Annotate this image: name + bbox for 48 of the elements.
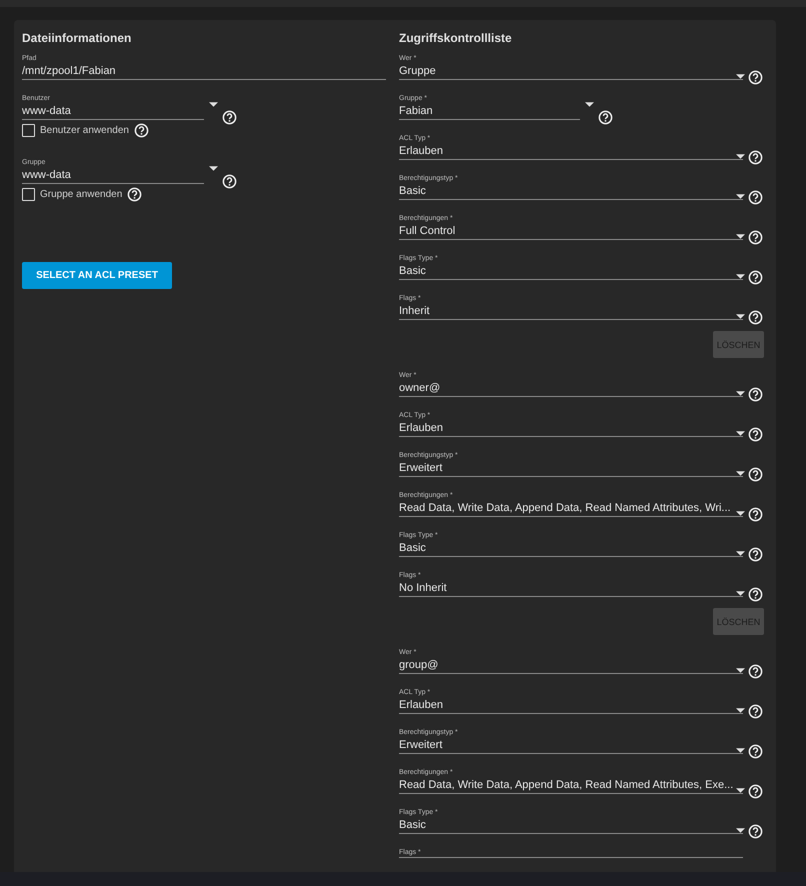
help-icon[interactable] <box>222 110 237 125</box>
checkbox-label[interactable]: Gruppe anwenden <box>40 189 122 200</box>
caret-icon[interactable] <box>736 274 745 279</box>
help-icon[interactable] <box>748 547 763 562</box>
help-icon[interactable] <box>748 704 763 719</box>
caret-icon[interactable] <box>209 102 218 107</box>
help-icon[interactable] <box>748 427 763 442</box>
section-title: Zugriffskontrollliste <box>399 30 513 46</box>
section-title: Dateiinformationen <box>22 30 132 46</box>
help-icon[interactable] <box>748 70 763 85</box>
caret-icon[interactable] <box>736 431 745 436</box>
help-icon[interactable] <box>748 230 763 245</box>
caret-icon[interactable] <box>736 708 745 713</box>
caret-icon[interactable] <box>736 154 745 159</box>
caret-icon[interactable] <box>736 828 745 833</box>
help-icon[interactable] <box>748 270 763 285</box>
help-icon[interactable] <box>748 824 763 839</box>
caret-icon[interactable] <box>736 551 745 556</box>
help-icon[interactable] <box>748 387 763 402</box>
help-icon[interactable] <box>748 587 763 602</box>
help-icon[interactable] <box>748 784 763 799</box>
caret-icon[interactable] <box>209 166 218 171</box>
caret-icon[interactable] <box>736 788 745 793</box>
help-icon[interactable] <box>134 123 149 138</box>
caret-icon[interactable] <box>736 668 745 673</box>
caret-icon[interactable] <box>736 314 745 319</box>
caret-icon[interactable] <box>736 391 745 396</box>
caret-icon[interactable] <box>736 194 745 199</box>
caret-icon[interactable] <box>736 471 745 476</box>
checkbox[interactable] <box>22 124 35 137</box>
help-icon[interactable] <box>598 110 613 125</box>
help-icon[interactable] <box>748 507 763 522</box>
help-icon[interactable] <box>222 174 237 189</box>
checkbox[interactable] <box>22 188 35 201</box>
caret-icon[interactable] <box>736 234 745 239</box>
help-icon[interactable] <box>748 744 763 759</box>
caret-icon[interactable] <box>736 74 745 79</box>
caret-icon[interactable] <box>736 748 745 753</box>
help-icon[interactable] <box>748 467 763 482</box>
help-icon[interactable] <box>127 187 142 202</box>
caret-icon[interactable] <box>736 511 745 516</box>
caret-icon[interactable] <box>585 102 594 107</box>
help-icon[interactable] <box>748 190 763 205</box>
checkbox-label[interactable]: Benutzer anwenden <box>40 125 129 136</box>
caret-icon[interactable] <box>736 591 745 596</box>
help-icon[interactable] <box>748 664 763 679</box>
help-icon[interactable] <box>748 150 763 165</box>
help-icon[interactable] <box>748 310 763 325</box>
